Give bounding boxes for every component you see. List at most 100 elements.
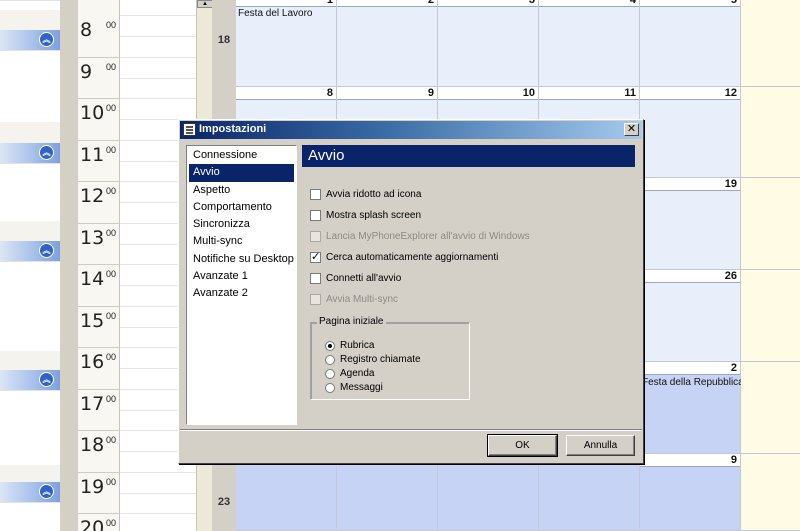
- time-column: 8 00 9 00 10 00 11 00 12 00 13 00 14 00 15 00 16 00 17 00 18…: [78, 0, 120, 531]
- day-cell[interactable]: 19: [640, 178, 741, 270]
- slot-line: [120, 36, 196, 37]
- startup-option[interactable]: Cerca automaticamente aggiornamenti: [310, 250, 498, 264]
- day-cell[interactable]: [236, 454, 337, 531]
- hour-number: 8: [80, 19, 93, 41]
- settings-category-item[interactable]: Multi-sync: [189, 233, 294, 250]
- hour-slot: 16 00: [78, 348, 120, 390]
- option-checkbox[interactable]: [310, 188, 321, 200]
- hour-number: 16: [80, 351, 105, 373]
- ok-button[interactable]: OK: [487, 434, 558, 457]
- settings-category-item[interactable]: Avanzate 2: [189, 285, 294, 302]
- close-button[interactable]: ✕: [624, 123, 639, 136]
- settings-category-item[interactable]: Aspetto: [189, 182, 294, 199]
- option-label: Lancia MyPhoneExplorer all'avvio di Wind…: [326, 230, 530, 242]
- day-cell[interactable]: 26: [640, 270, 741, 362]
- settings-category-item[interactable]: Sincronizza: [189, 216, 294, 233]
- hour-slot: 13 00: [78, 224, 120, 265]
- settings-category-item[interactable]: Avanzate 1: [189, 268, 294, 285]
- weekend-cell[interactable]: [741, 87, 800, 178]
- day-cell[interactable]: 2 Festa della Repubblica: [640, 362, 744, 454]
- day-cell[interactable]: 9: [640, 454, 741, 531]
- button-separator: [180, 429, 642, 431]
- start-page-option-label: Agenda: [340, 368, 375, 379]
- settings-category-item[interactable]: Avvio: [189, 164, 294, 182]
- splitter[interactable]: [60, 0, 78, 531]
- day-cell[interactable]: 2: [337, 0, 438, 87]
- panel-section: [0, 502, 60, 531]
- option-label: Avvia ridotto ad icona: [326, 188, 422, 200]
- hour-minutes: 00: [106, 435, 117, 445]
- hour-number: 18: [80, 434, 105, 456]
- weekend-cell[interactable]: [741, 362, 800, 454]
- weekend-cell[interactable]: [741, 270, 800, 362]
- panel-section: [0, 50, 60, 122]
- day-cell[interactable]: 12: [640, 87, 741, 178]
- day-cell[interactable]: [337, 454, 438, 531]
- start-page-radio[interactable]: [325, 354, 335, 365]
- option-label: Cerca automaticamente aggiornamenti: [326, 251, 499, 263]
- hour-minutes: 00: [106, 144, 117, 155]
- start-page-option[interactable]: Messaggi: [325, 381, 383, 394]
- hour-slot: 17 00: [78, 390, 120, 431]
- start-page-option[interactable]: Agenda: [325, 367, 374, 380]
- day-cell[interactable]: 1 Festa del Lavoro: [236, 0, 337, 87]
- day-cell[interactable]: [438, 454, 539, 531]
- hour-minutes: 00: [106, 310, 117, 321]
- expand-chevron-icon[interactable]: ︽: [39, 32, 54, 47]
- hour-minutes: 00: [106, 20, 117, 30]
- start-page-radio[interactable]: [325, 368, 335, 379]
- section-header[interactable]: ︽: [0, 370, 60, 390]
- hour-minutes: 00: [106, 352, 117, 362]
- cancel-button[interactable]: Annulla: [566, 435, 635, 456]
- hour-slot: 20 00: [78, 514, 120, 531]
- start-page-option[interactable]: Registro chiamate: [325, 353, 421, 366]
- scroll-up-arrow-icon[interactable]: ▲: [197, 0, 213, 8]
- day-cell[interactable]: [539, 454, 640, 531]
- hour-number: 10: [80, 102, 105, 124]
- expand-chevron-icon[interactable]: ︽: [39, 484, 54, 499]
- startup-option[interactable]: Mostra splash screen: [310, 208, 421, 222]
- section-header[interactable]: ︽: [0, 241, 60, 261]
- start-page-option[interactable]: Rubrica: [325, 339, 374, 352]
- calendar-event[interactable]: Festa del Lavoro: [238, 8, 313, 19]
- weekend-cell[interactable]: [741, 178, 800, 270]
- calendar-event[interactable]: Festa della Repubblica: [642, 377, 744, 388]
- expand-chevron-icon[interactable]: ︽: [39, 243, 54, 258]
- slot-line: [120, 471, 196, 473]
- startup-option[interactable]: Avvia ridotto ad icona: [310, 187, 421, 201]
- day-cell-header: 4: [539, 0, 639, 7]
- startup-option[interactable]: Connetti all'avvio: [310, 271, 401, 285]
- day-cell[interactable]: 3: [438, 0, 539, 87]
- week-number: 18: [217, 34, 231, 46]
- week-number: 23: [217, 496, 231, 508]
- hour-slot: 12 00: [78, 182, 120, 224]
- weekend-cell[interactable]: [741, 454, 800, 531]
- hour-slot: 19 00: [78, 473, 120, 514]
- settings-category-item[interactable]: Connessione: [189, 147, 294, 164]
- startup-options-panel: Pagina iniziale Rubrica Registro chiamate…: [302, 167, 635, 425]
- section-header[interactable]: ︽: [0, 482, 60, 502]
- hour-minutes: 00: [106, 61, 117, 72]
- start-page-group: Pagina iniziale Rubrica Registro chiamate…: [310, 316, 470, 400]
- settings-dialog: Impostazioni ✕ Connessione Avvio Aspetto Co…: [178, 119, 644, 464]
- start-page-radio[interactable]: [325, 340, 335, 351]
- section-header[interactable]: ︽: [0, 30, 60, 50]
- settings-category-item[interactable]: Comportamento: [189, 199, 294, 216]
- section-header[interactable]: ︽: [0, 143, 60, 163]
- day-number: 2: [730, 362, 737, 374]
- day-cell-header: 12: [640, 87, 740, 100]
- expand-chevron-icon[interactable]: ︽: [39, 372, 54, 387]
- day-cell[interactable]: 4: [539, 0, 640, 87]
- dialog-titlebar[interactable]: Impostazioni ✕: [180, 121, 642, 139]
- settings-category-list[interactable]: Connessione Avvio Aspetto Comportamento Sinc…: [186, 145, 297, 425]
- day-cell[interactable]: 5: [640, 0, 741, 87]
- expand-chevron-icon[interactable]: ︽: [39, 145, 54, 160]
- hour-slot: 10 00: [78, 99, 120, 141]
- option-checkbox[interactable]: [310, 250, 321, 263]
- start-page-radio[interactable]: [325, 382, 335, 393]
- weekend-cell[interactable]: [741, 0, 800, 87]
- settings-category-item[interactable]: Notifiche su Desktop: [189, 251, 294, 268]
- option-checkbox[interactable]: [310, 272, 321, 284]
- hour-number: 17: [80, 392, 105, 415]
- option-checkbox[interactable]: [310, 209, 321, 221]
